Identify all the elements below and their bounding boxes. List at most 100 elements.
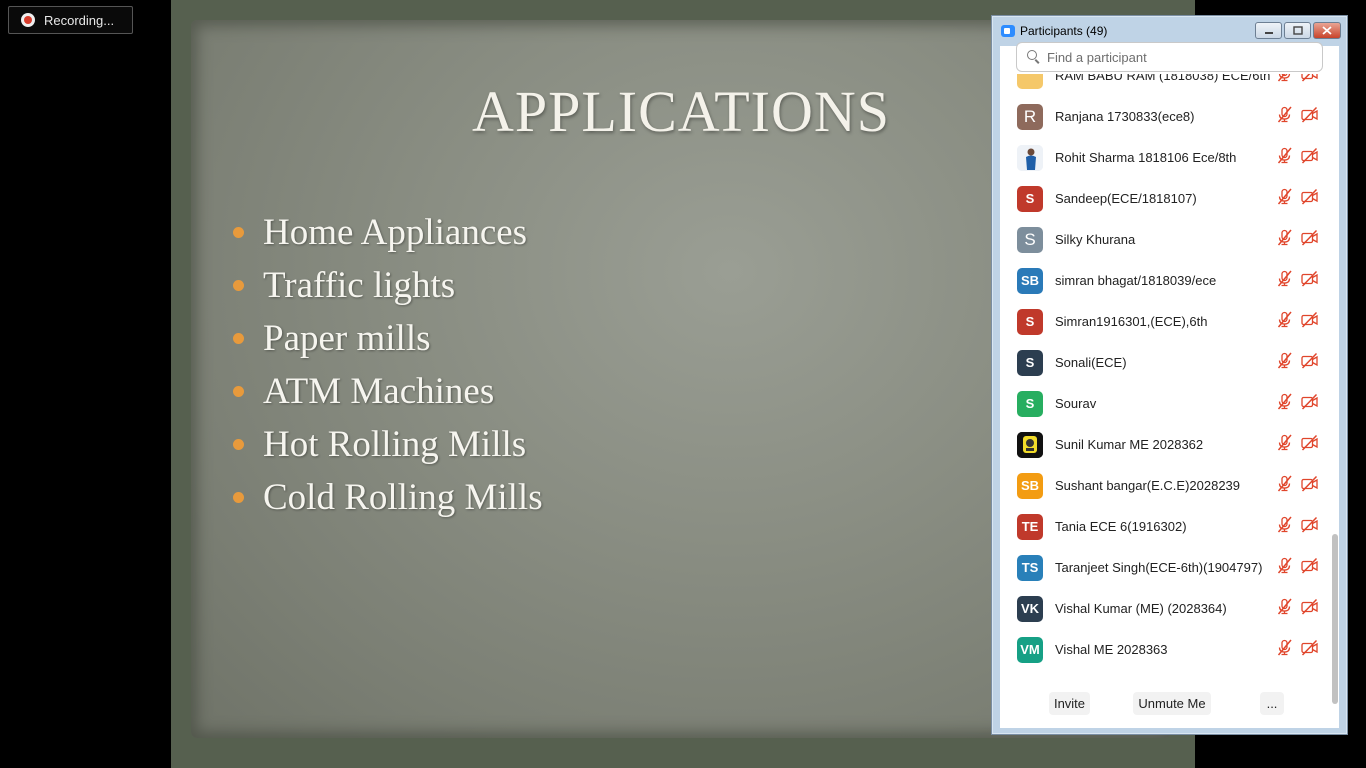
participants-title: Participants (49): [1020, 24, 1108, 38]
participant-name: Sushant bangar(E.C.E)2028239: [1055, 478, 1241, 493]
participant-row[interactable]: Rohit Sharma 1818106 Ece/8th: [1000, 137, 1330, 178]
participant-avatar: S: [1017, 308, 1043, 335]
record-icon: [21, 13, 35, 27]
participant-status-icons: [1276, 352, 1318, 374]
participant-name: simran bhagat/1818039/ece: [1055, 273, 1217, 288]
minimize-icon: [1264, 31, 1273, 34]
participant-status-icons: [1276, 475, 1318, 497]
more-options-button[interactable]: ...: [1260, 692, 1284, 715]
participant-avatar: TS: [1017, 554, 1043, 581]
close-button[interactable]: [1313, 22, 1341, 39]
scrollbar-thumb[interactable]: [1332, 534, 1338, 704]
video-off-icon: [1301, 516, 1318, 538]
minimize-button[interactable]: [1255, 22, 1282, 39]
mic-muted-icon: [1276, 270, 1293, 292]
invite-button[interactable]: Invite: [1049, 692, 1090, 715]
participant-status-icons: [1276, 229, 1318, 251]
search-icon: [1027, 50, 1041, 64]
search-participant-input[interactable]: Find a participant: [1016, 42, 1323, 72]
participant-status-icons: [1276, 147, 1318, 169]
scrollbar[interactable]: [1331, 76, 1339, 704]
participant-row[interactable]: S Sonali(ECE): [1000, 342, 1330, 383]
mic-muted-icon: [1276, 516, 1293, 538]
participant-row[interactable]: SB Sushant bangar(E.C.E)2028239: [1000, 465, 1330, 506]
video-off-icon: [1301, 188, 1318, 210]
participant-status-icons: [1276, 270, 1318, 292]
video-off-icon: [1301, 598, 1318, 620]
participant-name: Vishal ME 2028363: [1055, 642, 1168, 657]
slide-bullet: Hot Rolling Mills: [233, 418, 543, 471]
participant-name: Vishal Kumar (ME) (2028364): [1055, 601, 1227, 616]
participant-row[interactable]: TS Taranjeet Singh(ECE-6th)(1904797): [1000, 547, 1330, 588]
slide-bullet-text: Home Appliances: [263, 212, 528, 253]
video-off-icon: [1301, 147, 1318, 169]
slide-bullet-text: Cold Rolling Mills: [263, 477, 543, 518]
mic-muted-icon: [1276, 188, 1293, 210]
bullet-icon: [233, 227, 244, 238]
participant-name: Ranjana 1730833(ece8): [1055, 109, 1195, 124]
participant-status-icons: [1276, 188, 1318, 210]
participant-status-icons: [1276, 74, 1318, 87]
participant-avatar: SB: [1017, 267, 1043, 294]
participant-avatar: S: [1017, 349, 1043, 376]
zoom-app-icon: [1001, 25, 1015, 37]
participant-row[interactable]: S Sandeep(ECE/1818107): [1000, 178, 1330, 219]
participant-avatar: S: [1017, 390, 1043, 417]
slide-bullet-text: ATM Machines: [263, 371, 495, 412]
mic-muted-icon: [1276, 352, 1293, 374]
participant-status-icons: [1276, 516, 1318, 538]
video-off-icon: [1301, 557, 1318, 579]
mic-muted-icon: [1276, 434, 1293, 456]
participant-row[interactable]: VM Vishal ME 2028363: [1000, 629, 1330, 670]
slide-bullet-text: Traffic lights: [263, 265, 456, 306]
video-off-icon: [1301, 270, 1318, 292]
participant-name: Sourav: [1055, 396, 1097, 411]
participant-row[interactable]: RAM BABU RAM (1818038) ECE/6th: [1000, 74, 1330, 96]
recording-indicator[interactable]: Recording...: [8, 6, 133, 34]
participant-row[interactable]: S Simran1916301,(ECE),6th: [1000, 301, 1330, 342]
video-off-icon: [1301, 639, 1318, 661]
participant-name: Sunil Kumar ME 2028362: [1055, 437, 1204, 452]
unmute-me-button[interactable]: Unmute Me: [1133, 692, 1211, 715]
slide-bullet-list: Home Appliances Traffic lights Paper mills…: [233, 206, 543, 524]
bullet-icon: [233, 280, 244, 291]
participant-row[interactable]: SB simran bhagat/1818039/ece: [1000, 260, 1330, 301]
participant-row[interactable]: TE Tania ECE 6(1916302): [1000, 506, 1330, 547]
participant-avatar: VK: [1017, 595, 1043, 622]
participant-avatar: SB: [1017, 472, 1043, 499]
participant-status-icons: [1276, 434, 1318, 456]
maximize-button[interactable]: [1284, 22, 1311, 39]
participant-name: Silky Khurana: [1055, 232, 1136, 247]
participant-row[interactable]: R Ranjana 1730833(ece8): [1000, 96, 1330, 137]
mic-muted-icon: [1276, 74, 1293, 87]
video-off-icon: [1301, 106, 1318, 128]
slide-bullet: Home Appliances: [233, 206, 543, 259]
participant-status-icons: [1276, 106, 1318, 128]
mic-muted-icon: [1276, 557, 1293, 579]
bullet-icon: [233, 439, 244, 450]
mic-muted-icon: [1276, 598, 1293, 620]
participant-name: Tania ECE 6(1916302): [1055, 519, 1187, 534]
participant-status-icons: [1276, 639, 1318, 661]
participant-avatar: [1017, 144, 1043, 171]
participant-avatar: VM: [1017, 636, 1043, 663]
bullet-icon: [233, 386, 244, 397]
participant-name: Simran1916301,(ECE),6th: [1055, 314, 1208, 329]
participant-name: Taranjeet Singh(ECE-6th)(1904797): [1055, 560, 1263, 575]
participant-row[interactable]: S Sourav: [1000, 383, 1330, 424]
mic-muted-icon: [1276, 311, 1293, 333]
participant-row[interactable]: S Silky Khurana: [1000, 219, 1330, 260]
participant-avatar: R: [1017, 103, 1043, 130]
close-icon: [1322, 26, 1332, 35]
participant-list[interactable]: RAM BABU RAM (1818038) ECE/6th R Ranjana 1…: [1000, 74, 1330, 694]
video-off-icon: [1301, 229, 1318, 251]
slide-bullet: ATM Machines: [233, 365, 543, 418]
participant-row[interactable]: Sunil Kumar ME 2028362: [1000, 424, 1330, 465]
participants-panel: Find a participant RAM BABU RAM (1818038…: [1000, 42, 1339, 728]
participant-status-icons: [1276, 311, 1318, 333]
participants-window[interactable]: Participants (49) Find a participant RAM…: [991, 15, 1348, 735]
participant-name: Sandeep(ECE/1818107): [1055, 191, 1197, 206]
participant-avatar: S: [1017, 226, 1043, 253]
participant-row[interactable]: VK Vishal Kumar (ME) (2028364): [1000, 588, 1330, 629]
video-off-icon: [1301, 311, 1318, 333]
